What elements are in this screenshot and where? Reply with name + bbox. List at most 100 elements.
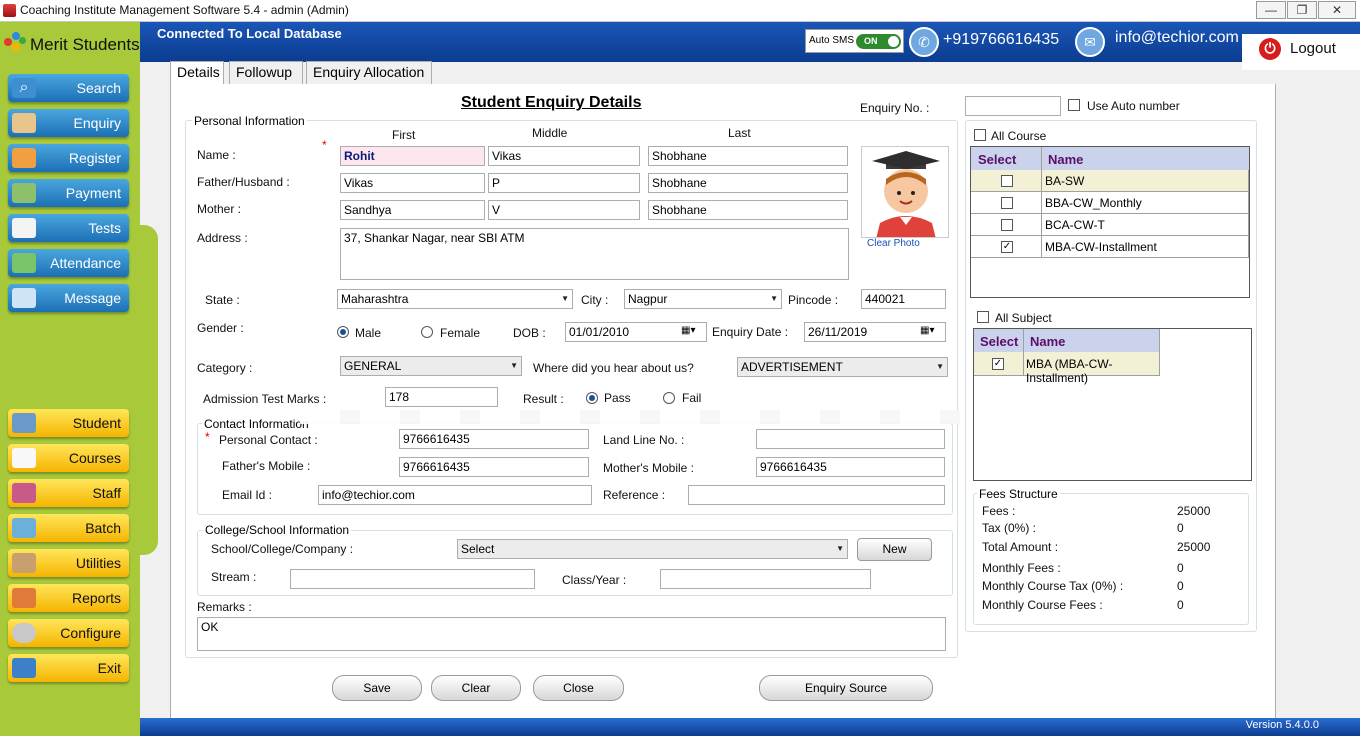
mother-last-input[interactable]: Shobhane: [648, 200, 848, 220]
school-select[interactable]: Select: [457, 539, 848, 559]
sidebar-item-search[interactable]: ⌕ Search: [8, 74, 129, 102]
pincode-input[interactable]: 440021: [861, 289, 946, 309]
table-row[interactable]: BA-SW: [971, 170, 1249, 192]
sidebar-item-enquiry[interactable]: Enquiry: [8, 109, 129, 137]
window-title: Coaching Institute Management Software 5…: [20, 3, 349, 17]
clear-button[interactable]: Clear: [431, 675, 521, 701]
middle-name-input[interactable]: Vikas: [488, 146, 640, 166]
clear-photo-link[interactable]: Clear Photo: [867, 238, 920, 249]
course-checkbox[interactable]: [1001, 197, 1013, 209]
last-name-input[interactable]: Shobhane: [648, 146, 848, 166]
remarks-textarea[interactable]: OK: [197, 617, 946, 651]
required-marker: *: [205, 430, 210, 444]
sidebar-item-configure[interactable]: Configure: [8, 619, 129, 647]
tab-followup[interactable]: Followup: [229, 61, 303, 84]
father-middle-input[interactable]: P: [488, 173, 640, 193]
stream-input[interactable]: [290, 569, 535, 589]
table-row[interactable]: ✓ MBA-CW-Installment: [971, 236, 1249, 258]
class-year-label: Class/Year :: [562, 573, 627, 587]
courses-icon: [12, 448, 36, 468]
sidebar-item-courses[interactable]: Courses: [8, 444, 129, 472]
class-year-input[interactable]: [660, 569, 871, 589]
pass-radio[interactable]: [586, 392, 598, 404]
state-label: State :: [205, 293, 240, 307]
total-amount-label: Total Amount :: [982, 540, 1059, 554]
student-photo[interactable]: [861, 146, 949, 238]
table-row[interactable]: BBA-CW_Monthly: [971, 192, 1249, 214]
father-label: Father/Husband :: [197, 175, 290, 189]
gender-label: Gender :: [197, 321, 244, 335]
pincode-label: Pincode :: [788, 293, 839, 307]
address-textarea[interactable]: 37, Shankar Nagar, near SBI ATM: [340, 228, 849, 280]
course-checkbox[interactable]: ✓: [1001, 241, 1013, 253]
sidebar-item-reports[interactable]: Reports: [8, 584, 129, 612]
close-window-button[interactable]: ✕: [1318, 1, 1356, 19]
reference-input[interactable]: [688, 485, 945, 505]
sidebar-item-utilities[interactable]: Utilities: [8, 549, 129, 577]
female-radio[interactable]: [421, 326, 433, 338]
table-row[interactable]: ✓ MBA (MBA-CW-Installment): [974, 352, 1160, 385]
save-button[interactable]: Save: [332, 675, 422, 701]
city-select[interactable]: Nagpur: [624, 289, 782, 309]
fail-radio[interactable]: [663, 392, 675, 404]
render-artifact: [300, 410, 970, 424]
table-row[interactable]: BCA-CW-T: [971, 214, 1249, 236]
course-checkbox[interactable]: [1001, 219, 1013, 231]
sidebar-item-batch[interactable]: Batch: [8, 514, 129, 542]
sidebar-item-label: Student: [72, 415, 121, 431]
mother-mobile-input[interactable]: 9766616435: [756, 457, 945, 477]
address-label: Address :: [197, 231, 248, 245]
subject-name: MBA (MBA-CW-Installment): [1024, 352, 1160, 385]
sidebar-item-register[interactable]: Register: [8, 144, 129, 172]
sidebar-item-exit[interactable]: Exit: [8, 654, 129, 682]
sidebar-item-staff[interactable]: Staff: [8, 479, 129, 507]
state-select[interactable]: Maharashtra: [337, 289, 573, 309]
father-last-input[interactable]: Shobhane: [648, 173, 848, 193]
land-line-input[interactable]: [756, 429, 945, 449]
register-icon: [12, 148, 36, 168]
use-auto-number-checkbox[interactable]: [1068, 99, 1080, 111]
enquiry-icon: [12, 113, 36, 133]
sidebar-item-label: Utilities: [75, 555, 121, 571]
logout-button[interactable]: ⏻ Logout: [1242, 34, 1360, 70]
mother-middle-input[interactable]: V: [488, 200, 640, 220]
tab-enquiry-allocation[interactable]: Enquiry Allocation: [306, 61, 432, 84]
close-button[interactable]: Close: [533, 675, 624, 701]
auto-sms-toggle[interactable]: Auto SMS ON: [805, 29, 904, 53]
sidebar-item-label: Staff: [92, 485, 121, 501]
subject-checkbox[interactable]: ✓: [992, 358, 1004, 370]
mother-first-input[interactable]: Sandhya: [340, 200, 485, 220]
male-radio[interactable]: [337, 326, 349, 338]
sidebar-item-label: Reports: [71, 590, 121, 606]
father-first-input[interactable]: Vikas: [340, 173, 485, 193]
sidebar-item-student[interactable]: Student: [8, 409, 129, 437]
sidebar-item-tests[interactable]: Tests: [8, 214, 129, 242]
enquiry-source-button[interactable]: Enquiry Source: [759, 675, 933, 701]
calendar-icon[interactable]: ▦▾: [681, 325, 703, 339]
land-line-label: Land Line No. :: [603, 433, 685, 447]
email-input[interactable]: info@techior.com: [318, 485, 592, 505]
auto-sms-label: Auto SMS: [809, 35, 855, 46]
new-school-button[interactable]: New: [857, 538, 932, 561]
sidebar-item-attendance[interactable]: Attendance: [8, 249, 129, 277]
test-marks-input[interactable]: 178: [385, 387, 498, 407]
all-subject-checkbox[interactable]: [977, 311, 989, 323]
enquiry-no-input[interactable]: [965, 96, 1061, 116]
maximize-button[interactable]: ❐: [1287, 1, 1317, 19]
sidebar-item-payment[interactable]: Payment: [8, 179, 129, 207]
category-select[interactable]: GENERAL: [340, 356, 522, 376]
minimize-button[interactable]: —: [1256, 1, 1286, 19]
version-label: Version 5.4.0.0: [1245, 719, 1319, 731]
first-name-input[interactable]: Rohit: [340, 146, 485, 166]
all-course-checkbox[interactable]: [974, 129, 986, 141]
toggle-switch[interactable]: ON: [856, 34, 901, 49]
course-checkbox[interactable]: [1001, 175, 1013, 187]
father-mobile-input[interactable]: 9766616435: [399, 457, 589, 477]
calendar-icon[interactable]: ▦▾: [920, 325, 942, 339]
sidebar-item-message[interactable]: Message: [8, 284, 129, 312]
staff-icon: [12, 483, 36, 503]
personal-contact-input[interactable]: 9766616435: [399, 429, 589, 449]
hear-select[interactable]: ADVERTISEMENT: [737, 357, 948, 377]
personal-contact-label: Personal Contact :: [219, 433, 318, 447]
tab-details[interactable]: Details: [170, 61, 224, 84]
